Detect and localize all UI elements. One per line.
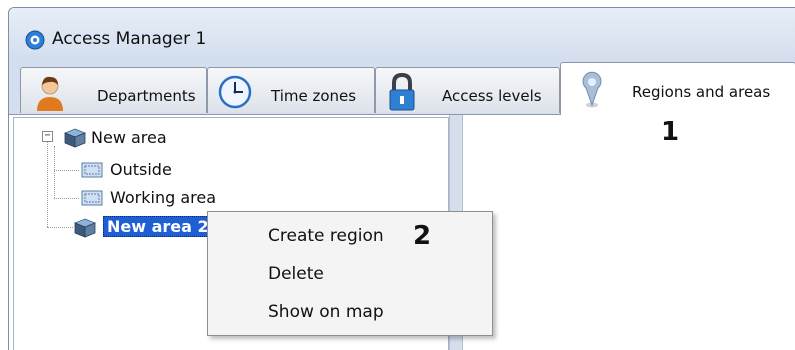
clock-icon	[218, 75, 252, 109]
app-icon	[25, 30, 45, 50]
area-cube-icon	[64, 128, 86, 148]
tab-label: Time zones	[271, 87, 357, 105]
tree-item-new-area-2[interactable]: New area 2	[103, 216, 213, 237]
tab-time-zones[interactable]: Time zones	[207, 67, 375, 113]
tab-regions-and-areas[interactable]: Regions and areas	[560, 62, 795, 115]
tree-connector	[54, 146, 55, 198]
person-icon	[37, 76, 63, 111]
collapse-toggle[interactable]: −	[42, 131, 53, 142]
callout-2: 2	[413, 221, 432, 251]
tab-label: Access levels	[442, 87, 542, 105]
tab-strip: Departments Time zones Access levels Reg…	[9, 62, 795, 115]
menu-item-show-on-map[interactable]: Show on map	[268, 302, 384, 322]
tab-access-levels[interactable]: Access levels	[375, 67, 560, 113]
menu-item-delete[interactable]: Delete	[268, 264, 324, 284]
title-bar: Access Manager 1	[9, 8, 795, 62]
region-icon	[81, 190, 103, 206]
tree-item-new-area[interactable]: New area	[91, 128, 167, 147]
callout-1: 1	[661, 117, 680, 147]
area-cube-icon	[74, 218, 96, 238]
padlock-icon	[389, 73, 415, 111]
region-icon	[81, 162, 103, 178]
tree-connector	[47, 135, 48, 227]
tab-label: Departments	[97, 87, 196, 105]
tab-departments[interactable]: Departments	[20, 67, 207, 113]
window-title: Access Manager 1	[52, 29, 207, 49]
tree-connector	[47, 227, 73, 228]
context-menu: Create region 2 Delete Show on map	[207, 211, 493, 336]
tab-label: Regions and areas	[632, 83, 771, 101]
tree-connector	[54, 198, 79, 199]
tree-connector	[54, 170, 79, 171]
tree-item-working-area[interactable]: Working area	[110, 188, 216, 207]
map-pin-icon	[582, 71, 602, 108]
tree-item-outside[interactable]: Outside	[110, 160, 172, 179]
menu-item-create-region[interactable]: Create region	[268, 226, 384, 246]
details-pane: 1	[463, 115, 795, 350]
